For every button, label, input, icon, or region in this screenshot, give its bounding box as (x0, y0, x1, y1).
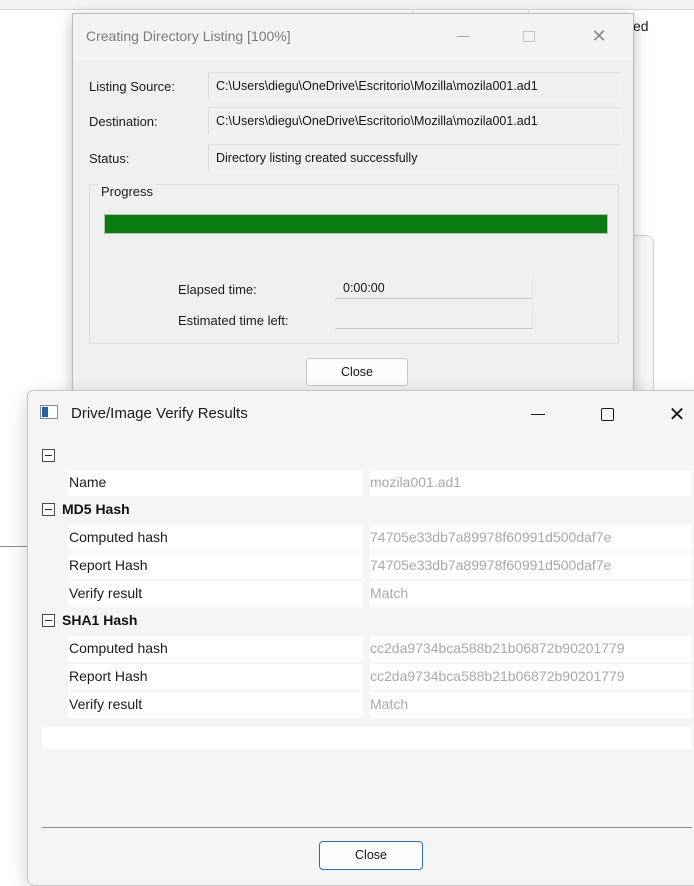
property-label: Report Hash (68, 664, 363, 690)
progress-group-label: Progress (98, 184, 157, 199)
property-value: cc2da9734bca588b21b06872b90201779 (370, 664, 692, 690)
property-row-md5-verify[interactable]: Verify result Match (42, 581, 692, 608)
destination-label: Destination: (89, 114, 158, 129)
elapsed-time-label: Elapsed time: (178, 282, 257, 297)
collapse-toggle-icon[interactable] (42, 503, 55, 516)
property-value: mozila001.ad1 (370, 470, 692, 496)
property-row-sha1-verify[interactable]: Verify result Match (42, 692, 692, 719)
property-label: Computed hash (68, 525, 363, 551)
property-value: Match (370, 581, 692, 607)
property-row-sha1-computed[interactable]: Computed hash cc2da9734bca588b21b06872b9… (42, 636, 692, 663)
progress-bar (104, 214, 608, 234)
status-field: Directory listing created successfully (208, 144, 621, 172)
dialog-title: Drive/Image Verify Results (71, 405, 248, 422)
maximize-icon (600, 407, 614, 421)
property-row-name[interactable]: Name mozila001.ad1 (42, 470, 692, 497)
collapse-toggle-icon[interactable] (42, 449, 55, 462)
title-bar[interactable]: Creating Directory Listing [100%] ✕ (73, 14, 633, 60)
dialog-title: Creating Directory Listing [100%] (86, 28, 291, 44)
root-row[interactable] (42, 443, 692, 470)
close-icon: ✕ (591, 25, 607, 46)
time-left-value (335, 307, 533, 329)
minimize-button[interactable] (515, 399, 561, 429)
collapse-toggle-icon[interactable] (42, 614, 55, 627)
property-row-sha1-report[interactable]: Report Hash cc2da9734bca588b21b06872b902… (42, 664, 692, 691)
close-button[interactable]: Close (319, 841, 423, 870)
progress-bar-fill (105, 215, 607, 233)
maximize-button[interactable] (509, 22, 549, 50)
property-label: Verify result (68, 581, 363, 607)
listing-source-field[interactable]: C:\Users\diegu\OneDrive\Escritorio\Mozil… (208, 72, 621, 100)
section-title: MD5 Hash (62, 501, 130, 517)
minimize-icon (531, 413, 545, 415)
listing-source-label: Listing Source: (89, 79, 175, 94)
minimize-icon (456, 35, 470, 37)
empty-row (42, 727, 692, 749)
close-window-button[interactable]: ✕ (654, 399, 694, 429)
destination-field[interactable]: C:\Users\diegu\OneDrive\Escritorio\Mozil… (208, 107, 621, 135)
directory-listing-dialog: Creating Directory Listing [100%] ✕ List… (72, 13, 634, 403)
close-button[interactable]: Close (306, 358, 408, 386)
property-value: Match (370, 692, 692, 718)
property-value: cc2da9734bca588b21b06872b90201779 (370, 636, 692, 662)
property-row-md5-report[interactable]: Report Hash 74705e33db7a89978f60991d500d… (42, 553, 692, 580)
elapsed-time-value: 0:00:00 (335, 277, 533, 299)
status-label: Status: (89, 151, 130, 166)
progress-group: Progress Elapsed time: 0:00:00 Estimated… (89, 184, 619, 344)
property-value: 74705e33db7a89978f60991d500daf7e (370, 525, 692, 551)
close-window-button[interactable]: ✕ (579, 22, 619, 50)
time-left-label: Estimated time left: (178, 313, 289, 328)
section-sha1-hash[interactable]: SHA1 Hash (42, 608, 692, 635)
property-row-md5-computed[interactable]: Computed hash 74705e33db7a89978f60991d50… (42, 525, 692, 552)
maximize-icon (523, 30, 535, 42)
property-label: Computed hash (68, 636, 363, 662)
property-label: Name (68, 470, 363, 496)
desktop: ed Creating Directory Listing [100%] ✕ L… (0, 0, 694, 886)
background-toolbar (0, 0, 694, 10)
verify-results-dialog: Drive/Image Verify Results ✕ Name mozila… (27, 390, 694, 886)
section-md5-hash[interactable]: MD5 Hash (42, 497, 692, 524)
app-icon (40, 405, 58, 419)
background-text: ed (633, 18, 649, 34)
title-bar[interactable]: Drive/Image Verify Results ✕ (28, 391, 694, 435)
results-property-grid: Name mozila001.ad1 MD5 Hash Computed has… (42, 443, 692, 828)
minimize-button[interactable] (443, 22, 483, 50)
property-label: Report Hash (68, 553, 363, 579)
close-icon: ✕ (668, 403, 686, 426)
maximize-button[interactable] (584, 399, 630, 429)
section-title: SHA1 Hash (62, 612, 138, 628)
property-label: Verify result (68, 692, 363, 718)
property-value: 74705e33db7a89978f60991d500daf7e (370, 553, 692, 579)
